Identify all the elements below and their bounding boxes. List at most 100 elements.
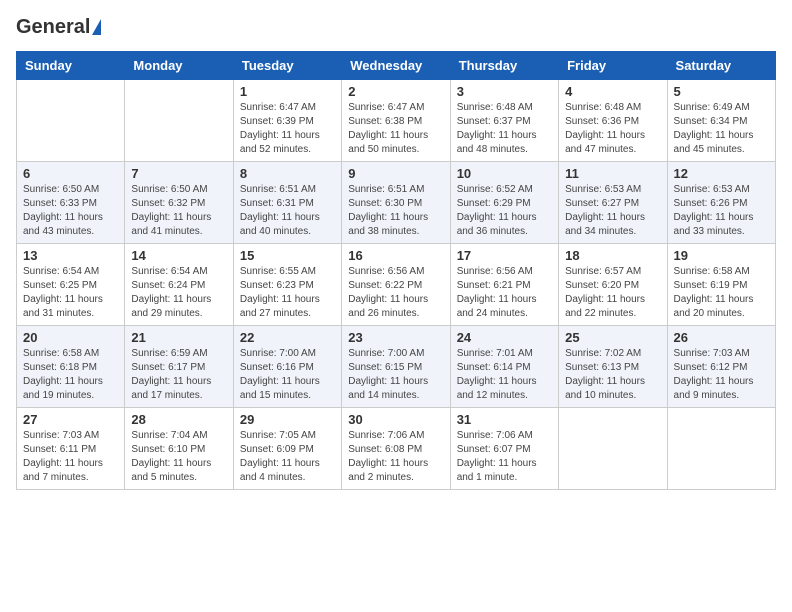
day-number: 19 [674,248,769,263]
day-info: Sunrise: 6:54 AM Sunset: 6:25 PM Dayligh… [23,265,118,321]
day-info: Sunrise: 7:02 AM Sunset: 6:13 PM Dayligh… [565,347,660,403]
calendar-cell: 5 Sunrise: 6:49 AM Sunset: 6:34 PM Daylig… [667,80,775,162]
calendar-cell [559,408,667,490]
calendar-cell: 7 Sunrise: 6:50 AM Sunset: 6:32 PM Daylig… [125,162,233,244]
calendar-cell: 4 Sunrise: 6:48 AM Sunset: 6:36 PM Daylig… [559,80,667,162]
day-info: Sunrise: 6:57 AM Sunset: 6:20 PM Dayligh… [565,265,660,321]
calendar-cell [17,80,125,162]
calendar-week-row: 1 Sunrise: 6:47 AM Sunset: 6:39 PM Daylig… [17,80,776,162]
col-wednesday: Wednesday [342,52,450,80]
day-number: 16 [348,248,443,263]
calendar-week-row: 20 Sunrise: 6:58 AM Sunset: 6:18 PM Dayli… [17,326,776,408]
calendar-cell: 31Sunrise: 7:06 AM Sunset: 6:07 PM Dayli… [450,408,558,490]
day-number: 8 [240,166,335,181]
day-number: 13 [23,248,118,263]
logo: General [16,16,101,39]
day-info: Sunrise: 6:56 AM Sunset: 6:22 PM Dayligh… [348,265,443,321]
calendar-cell: 18 Sunrise: 6:57 AM Sunset: 6:20 PM Dayli… [559,244,667,326]
day-info: Sunrise: 6:49 AM Sunset: 6:34 PM Dayligh… [674,101,769,157]
day-number: 26 [674,330,769,345]
calendar-cell: 28 Sunrise: 7:04 AM Sunset: 6:10 PM Dayli… [125,408,233,490]
col-thursday: Thursday [450,52,558,80]
calendar-cell: 14Sunrise: 6:54 AM Sunset: 6:24 PM Dayli… [125,244,233,326]
day-number: 4 [565,84,660,99]
calendar-cell: 21 Sunrise: 6:59 AM Sunset: 6:17 PM Dayli… [125,326,233,408]
logo-triangle-icon [92,19,101,35]
calendar-cell: 25 Sunrise: 7:02 AM Sunset: 6:13 PM Dayli… [559,326,667,408]
col-friday: Friday [559,52,667,80]
day-number: 29 [240,412,335,427]
calendar-cell: 6 Sunrise: 6:50 AM Sunset: 6:33 PM Daylig… [17,162,125,244]
day-number: 28 [131,412,226,427]
day-number: 22 [240,330,335,345]
calendar-week-row: 27Sunrise: 7:03 AM Sunset: 6:11 PM Dayli… [17,408,776,490]
day-info: Sunrise: 7:00 AM Sunset: 6:16 PM Dayligh… [240,347,335,403]
col-sunday: Sunday [17,52,125,80]
day-number: 14 [131,248,226,263]
day-info: Sunrise: 7:04 AM Sunset: 6:10 PM Dayligh… [131,429,226,485]
day-info: Sunrise: 7:03 AM Sunset: 6:12 PM Dayligh… [674,347,769,403]
calendar-week-row: 6 Sunrise: 6:50 AM Sunset: 6:33 PM Daylig… [17,162,776,244]
calendar-cell: 27Sunrise: 7:03 AM Sunset: 6:11 PM Dayli… [17,408,125,490]
day-info: Sunrise: 6:47 AM Sunset: 6:39 PM Dayligh… [240,101,335,157]
page-header: General [16,16,776,39]
calendar-cell: 3 Sunrise: 6:48 AM Sunset: 6:37 PM Daylig… [450,80,558,162]
day-info: Sunrise: 6:48 AM Sunset: 6:37 PM Dayligh… [457,101,552,157]
col-tuesday: Tuesday [233,52,341,80]
day-info: Sunrise: 6:48 AM Sunset: 6:36 PM Dayligh… [565,101,660,157]
calendar-cell: 30Sunrise: 7:06 AM Sunset: 6:08 PM Dayli… [342,408,450,490]
day-number: 2 [348,84,443,99]
calendar-cell: 8Sunrise: 6:51 AM Sunset: 6:31 PM Daylig… [233,162,341,244]
day-number: 3 [457,84,552,99]
calendar-cell: 22 Sunrise: 7:00 AM Sunset: 6:16 PM Dayli… [233,326,341,408]
day-info: Sunrise: 6:55 AM Sunset: 6:23 PM Dayligh… [240,265,335,321]
day-info: Sunrise: 7:06 AM Sunset: 6:07 PM Dayligh… [457,429,552,485]
day-number: 9 [348,166,443,181]
day-number: 25 [565,330,660,345]
day-info: Sunrise: 7:00 AM Sunset: 6:15 PM Dayligh… [348,347,443,403]
day-number: 15 [240,248,335,263]
day-number: 21 [131,330,226,345]
day-info: Sunrise: 7:01 AM Sunset: 6:14 PM Dayligh… [457,347,552,403]
day-info: Sunrise: 6:50 AM Sunset: 6:33 PM Dayligh… [23,183,118,239]
day-info: Sunrise: 7:05 AM Sunset: 6:09 PM Dayligh… [240,429,335,485]
calendar-cell: 12Sunrise: 6:53 AM Sunset: 6:26 PM Dayli… [667,162,775,244]
calendar-cell: 10 Sunrise: 6:52 AM Sunset: 6:29 PM Dayli… [450,162,558,244]
col-monday: Monday [125,52,233,80]
calendar-header-row: Sunday Monday Tuesday Wednesday Thursday… [17,52,776,80]
day-info: Sunrise: 6:58 AM Sunset: 6:18 PM Dayligh… [23,347,118,403]
calendar-cell: 15 Sunrise: 6:55 AM Sunset: 6:23 PM Dayli… [233,244,341,326]
day-info: Sunrise: 6:53 AM Sunset: 6:27 PM Dayligh… [565,183,660,239]
calendar-cell: 19 Sunrise: 6:58 AM Sunset: 6:19 PM Dayli… [667,244,775,326]
calendar-cell: 29 Sunrise: 7:05 AM Sunset: 6:09 PM Dayli… [233,408,341,490]
day-number: 24 [457,330,552,345]
day-info: Sunrise: 6:58 AM Sunset: 6:19 PM Dayligh… [674,265,769,321]
calendar-cell: 11Sunrise: 6:53 AM Sunset: 6:27 PM Dayli… [559,162,667,244]
calendar-cell: 17Sunrise: 6:56 AM Sunset: 6:21 PM Dayli… [450,244,558,326]
calendar-cell: 20 Sunrise: 6:58 AM Sunset: 6:18 PM Dayli… [17,326,125,408]
day-info: Sunrise: 6:47 AM Sunset: 6:38 PM Dayligh… [348,101,443,157]
day-info: Sunrise: 6:50 AM Sunset: 6:32 PM Dayligh… [131,183,226,239]
calendar-cell: 24 Sunrise: 7:01 AM Sunset: 6:14 PM Dayli… [450,326,558,408]
calendar-cell: 9Sunrise: 6:51 AM Sunset: 6:30 PM Daylig… [342,162,450,244]
calendar-cell [125,80,233,162]
calendar-table: Sunday Monday Tuesday Wednesday Thursday… [16,51,776,490]
day-number: 23 [348,330,443,345]
day-number: 1 [240,84,335,99]
day-number: 17 [457,248,552,263]
day-number: 6 [23,166,118,181]
calendar-week-row: 13 Sunrise: 6:54 AM Sunset: 6:25 PM Dayli… [17,244,776,326]
day-number: 7 [131,166,226,181]
day-info: Sunrise: 6:52 AM Sunset: 6:29 PM Dayligh… [457,183,552,239]
calendar-cell: 13 Sunrise: 6:54 AM Sunset: 6:25 PM Dayli… [17,244,125,326]
day-info: Sunrise: 6:59 AM Sunset: 6:17 PM Dayligh… [131,347,226,403]
logo-general-text: General [16,16,90,39]
calendar-cell: 1 Sunrise: 6:47 AM Sunset: 6:39 PM Daylig… [233,80,341,162]
day-number: 20 [23,330,118,345]
calendar-cell [667,408,775,490]
day-number: 18 [565,248,660,263]
day-number: 10 [457,166,552,181]
day-number: 5 [674,84,769,99]
calendar-cell: 16 Sunrise: 6:56 AM Sunset: 6:22 PM Dayli… [342,244,450,326]
calendar-cell: 26 Sunrise: 7:03 AM Sunset: 6:12 PM Dayli… [667,326,775,408]
